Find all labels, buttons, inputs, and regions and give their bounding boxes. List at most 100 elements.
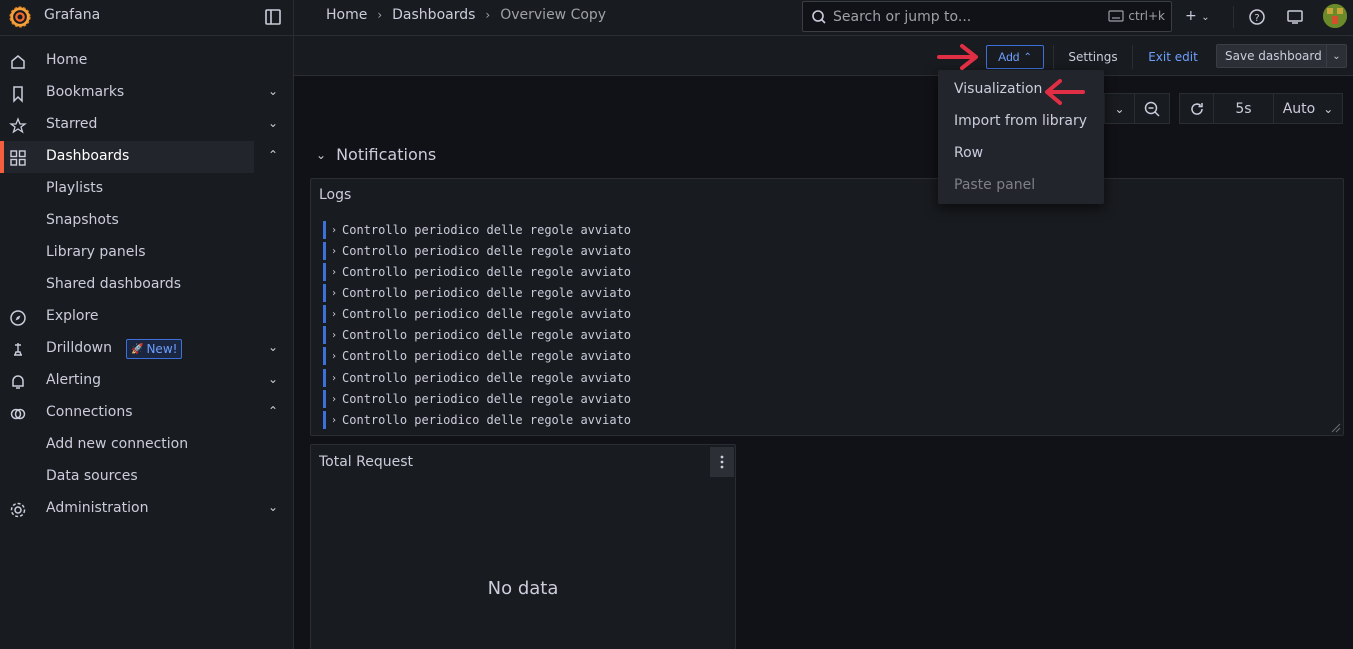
log-line[interactable]: › Controllo periodico delle regole avviat… xyxy=(323,221,631,239)
menu-item-visualization[interactable]: Visualization xyxy=(954,81,1042,97)
panel-title: Logs xyxy=(319,187,352,203)
chevron-down-icon[interactable]: ⌄ xyxy=(268,84,278,98)
log-line[interactable]: › Controllo periodico delle regole avviat… xyxy=(323,305,631,323)
sidebar-item-administration[interactable]: Administration ⌄ xyxy=(0,493,293,525)
chevron-right-icon: › xyxy=(331,372,338,384)
sidebar-item-add-new-connection[interactable]: Add new connection xyxy=(0,429,293,461)
auto-refresh-picker[interactable]: Auto ⌄ xyxy=(1273,93,1343,124)
divider xyxy=(1233,6,1234,28)
save-dashboard-button[interactable]: Save dashboard ⌄ xyxy=(1216,44,1347,68)
row-notifications[interactable]: ⌄ Notifications xyxy=(316,145,436,164)
new-badge: 🚀 New! xyxy=(126,339,183,359)
chevron-down-icon[interactable]: ⌄ xyxy=(268,116,278,130)
bookmark-icon xyxy=(13,86,23,103)
log-line[interactable]: › Controllo periodico delle regole avviat… xyxy=(323,411,631,429)
sidebar-divider xyxy=(293,0,294,649)
zoom-out-icon xyxy=(1144,101,1160,117)
chevron-down-icon[interactable]: ⌄ xyxy=(1326,45,1346,67)
keyboard-icon xyxy=(1108,10,1125,22)
top-bar: Grafana Home › Dashboards › Overview Cop… xyxy=(0,0,1353,36)
chevron-down-icon: ⌄ xyxy=(1114,101,1125,116)
breadcrumb-current: Overview Copy xyxy=(500,7,607,23)
help-icon[interactable]: ? xyxy=(1248,8,1266,26)
panel-menu-button[interactable] xyxy=(710,447,734,477)
time-range-dropdown[interactable]: ⌄ xyxy=(1104,93,1134,124)
sidebar-item-alerting[interactable]: Alerting ⌄ xyxy=(0,365,293,397)
sidebar-item-drilldown[interactable]: Drilldown 🚀 New! ⌄ xyxy=(0,333,293,365)
log-line[interactable]: › Controllo periodico delle regole avviat… xyxy=(323,390,631,408)
sidebar-item-playlists[interactable]: Playlists xyxy=(0,173,293,205)
chevron-down-icon[interactable]: ⌄ xyxy=(268,372,278,386)
kebab-menu-icon xyxy=(720,455,724,469)
breadcrumb-dashboards[interactable]: Dashboards xyxy=(392,7,475,23)
chevron-right-icon: › xyxy=(331,287,338,299)
search-shortcut: ctrl+k xyxy=(1108,9,1165,23)
sidebar-item-connections[interactable]: Connections ⌃ xyxy=(0,397,293,429)
breadcrumb: Home › Dashboards › Overview Copy xyxy=(326,7,606,23)
search-input[interactable]: Search or jump to... ctrl+k xyxy=(802,1,1172,32)
drilldown-icon xyxy=(14,343,22,356)
chevron-right-icon: › xyxy=(331,350,338,362)
chevron-right-icon: › xyxy=(331,308,338,320)
dock-menu-icon[interactable] xyxy=(264,8,282,26)
svg-text:?: ? xyxy=(1254,13,1259,24)
chevron-down-icon[interactable]: ⌄ xyxy=(268,340,278,354)
sidebar-item-bookmarks[interactable]: Bookmarks ⌄ xyxy=(0,77,293,109)
annotation-arrow-left-icon xyxy=(1045,79,1085,105)
sidebar: Home Bookmarks ⌄ Starred ⌄ Dashboards ⌃ … xyxy=(0,36,293,649)
chevron-right-icon: › xyxy=(331,329,338,341)
settings-button[interactable]: Settings xyxy=(1062,45,1124,69)
chevron-up-icon: ⌃ xyxy=(1023,51,1032,63)
gear-icon xyxy=(10,502,26,518)
divider xyxy=(1132,45,1133,69)
panel-title: Total Request xyxy=(319,454,414,470)
add-button[interactable]: Add ⌃ xyxy=(986,45,1044,69)
new-menu-button[interactable]: + ⌄ xyxy=(1185,8,1210,24)
news-icon[interactable] xyxy=(1286,8,1304,26)
menu-item-row[interactable]: Row xyxy=(954,145,983,161)
search-icon xyxy=(812,9,826,24)
chevron-right-icon: › xyxy=(331,224,338,236)
exit-edit-button[interactable]: Exit edit xyxy=(1142,45,1204,69)
menu-item-import-from-library[interactable]: Import from library xyxy=(954,113,1087,129)
sidebar-item-dashboards[interactable]: Dashboards xyxy=(0,141,254,173)
refresh-button[interactable] xyxy=(1179,93,1213,124)
sidebar-item-shared-dashboards[interactable]: Shared dashboards xyxy=(0,269,293,301)
sidebar-item-library-panels[interactable]: Library panels xyxy=(0,237,293,269)
refresh-interval[interactable]: 5s xyxy=(1213,93,1273,124)
sidebar-item-home[interactable]: Home xyxy=(0,45,293,77)
grafana-logo-icon[interactable] xyxy=(9,6,31,28)
sidebar-item-data-sources[interactable]: Data sources xyxy=(0,461,293,493)
search-placeholder: Search or jump to... xyxy=(833,8,972,25)
chevron-up-icon[interactable]: ⌃ xyxy=(268,148,278,162)
divider xyxy=(1053,45,1054,69)
chevron-right-icon: › xyxy=(331,266,338,278)
breadcrumb-home[interactable]: Home xyxy=(326,7,367,23)
apps-icon xyxy=(10,150,26,166)
total-request-panel[interactable]: Total Request No data xyxy=(310,444,736,649)
logs-panel[interactable]: Logs › Controllo periodico delle regole a… xyxy=(310,178,1344,436)
chevron-right-icon: › xyxy=(377,8,383,22)
app-name: Grafana xyxy=(44,7,101,23)
log-line[interactable]: › Controllo periodico delle regole avviat… xyxy=(323,347,631,365)
avatar[interactable] xyxy=(1323,4,1347,28)
chevron-down-icon[interactable]: ⌄ xyxy=(268,500,278,514)
log-line[interactable]: › Controllo periodico delle regole avviat… xyxy=(323,284,631,302)
rocket-icon: 🚀 xyxy=(131,343,144,355)
log-line[interactable]: › Controllo periodico delle regole avviat… xyxy=(323,369,631,387)
home-icon xyxy=(11,55,25,69)
log-line[interactable]: › Controllo periodico delle regole avviat… xyxy=(323,326,631,344)
log-line[interactable]: › Controllo periodico delle regole avviat… xyxy=(323,242,631,260)
chevron-up-icon[interactable]: ⌃ xyxy=(268,404,278,418)
zoom-out-button[interactable] xyxy=(1134,93,1170,124)
sidebar-item-explore[interactable]: Explore xyxy=(0,301,293,333)
sidebar-item-starred[interactable]: Starred ⌄ xyxy=(0,109,293,141)
log-line[interactable]: › Controllo periodico delle regole avviat… xyxy=(323,263,631,281)
chevron-down-icon: ⌄ xyxy=(1323,101,1334,116)
chevron-right-icon: › xyxy=(331,414,338,426)
link-icon xyxy=(10,408,26,420)
chevron-right-icon: › xyxy=(485,8,491,22)
resize-handle-icon[interactable] xyxy=(1331,423,1341,433)
bell-icon xyxy=(12,375,24,389)
sidebar-item-snapshots[interactable]: Snapshots xyxy=(0,205,293,237)
